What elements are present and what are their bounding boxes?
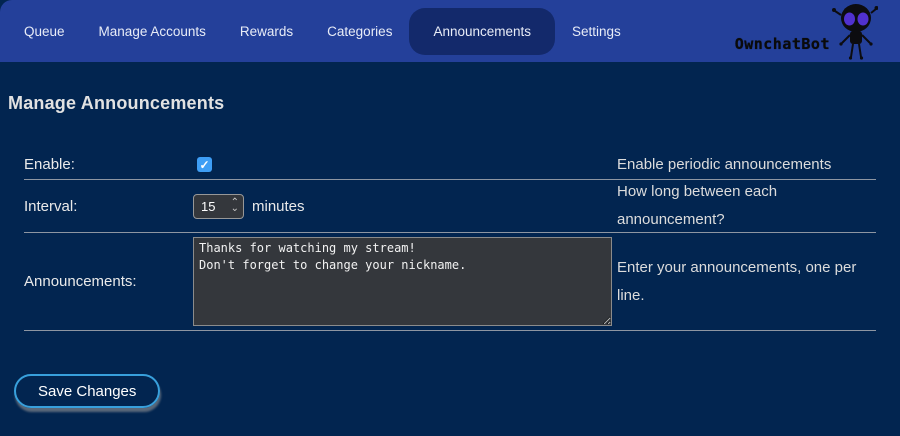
save-changes-button[interactable]: Save Changes (14, 374, 160, 408)
announcements-settings-form: Enable: ✓ Enable periodic announcements … (24, 150, 876, 331)
nav-item-settings[interactable]: Settings (555, 14, 638, 49)
interval-label: Interval: (24, 198, 193, 215)
nav-item-rewards[interactable]: Rewards (223, 14, 310, 49)
top-navigation: Queue Manage Accounts Rewards Categories… (0, 0, 900, 62)
announcements-row: Announcements: Thanks for watching my st… (24, 233, 876, 331)
page-title: Manage Announcements (8, 93, 900, 114)
nav-item-queue[interactable]: Queue (7, 14, 82, 49)
enable-help-text: Enable periodic announcements (613, 151, 876, 179)
spinner-down-icon[interactable]: ⌄ (231, 206, 239, 212)
nav-item-manage-accounts[interactable]: Manage Accounts (82, 14, 223, 49)
interval-value: 15 (194, 199, 215, 214)
interval-unit-label: minutes (252, 198, 305, 215)
interval-row: Interval: 15 ⌃ ⌄ minutes How long betwee… (24, 180, 876, 233)
enable-checkbox[interactable]: ✓ (197, 157, 212, 172)
check-icon: ✓ (199, 159, 209, 171)
interval-number-input[interactable]: 15 ⌃ ⌄ (193, 194, 244, 219)
brand-logo-text: OwnchatBot (735, 35, 830, 53)
announcements-textarea[interactable]: Thanks for watching my stream! Don't for… (193, 237, 612, 326)
interval-help-text: How long between each announcement? (613, 178, 876, 234)
announcements-help-text: Enter your announcements, one per line. (613, 254, 876, 310)
nav-item-announcements[interactable]: Announcements (409, 8, 555, 55)
interval-stepper[interactable]: ⌃ ⌄ (231, 200, 243, 212)
nav-item-categories[interactable]: Categories (310, 14, 409, 49)
enable-row: Enable: ✓ Enable periodic announcements (24, 150, 876, 180)
robot-mascot-icon (830, 2, 878, 65)
brand-logo: OwnchatBot (735, 0, 900, 62)
enable-label: Enable: (24, 156, 193, 173)
announcements-label: Announcements: (24, 273, 193, 290)
